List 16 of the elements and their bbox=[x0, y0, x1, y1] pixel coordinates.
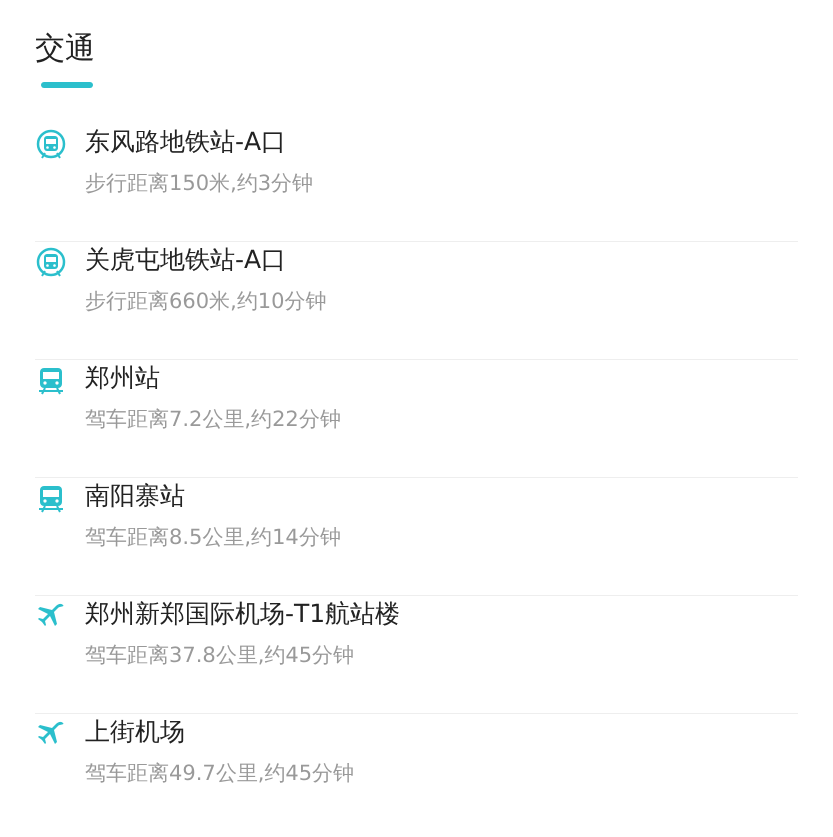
place-name[interactable]: 上街机场 bbox=[85, 714, 354, 750]
place-name[interactable]: 关虎屯地铁站-A口 bbox=[85, 242, 326, 278]
place-name[interactable]: 郑州新郑国际机场-T1航站楼 bbox=[85, 596, 400, 632]
metro-icon bbox=[35, 129, 67, 161]
metro-icon bbox=[35, 247, 67, 279]
distance-text: 驾车距离37.8公里,约45分钟 bbox=[85, 642, 356, 669]
place-name[interactable]: 东风路地铁站-A口 bbox=[85, 124, 314, 160]
distance-text: 驾车距离49.7公里,约45分钟 bbox=[85, 760, 354, 787]
distance-text: 驾车距离7.2公里,约22分钟 bbox=[85, 406, 341, 433]
distance-text: 步行距离150米,约3分钟 bbox=[85, 170, 314, 197]
place-name[interactable]: 南阳寨站 bbox=[85, 478, 341, 514]
distance-text: 步行距离660米,约10分钟 bbox=[85, 288, 326, 315]
distance-text: 驾车距离8.5公里,约14分钟 bbox=[85, 524, 341, 551]
place-name[interactable]: 郑州站 bbox=[85, 360, 341, 396]
section-title: 交通 bbox=[35, 30, 96, 68]
tab-indicator bbox=[41, 82, 93, 88]
